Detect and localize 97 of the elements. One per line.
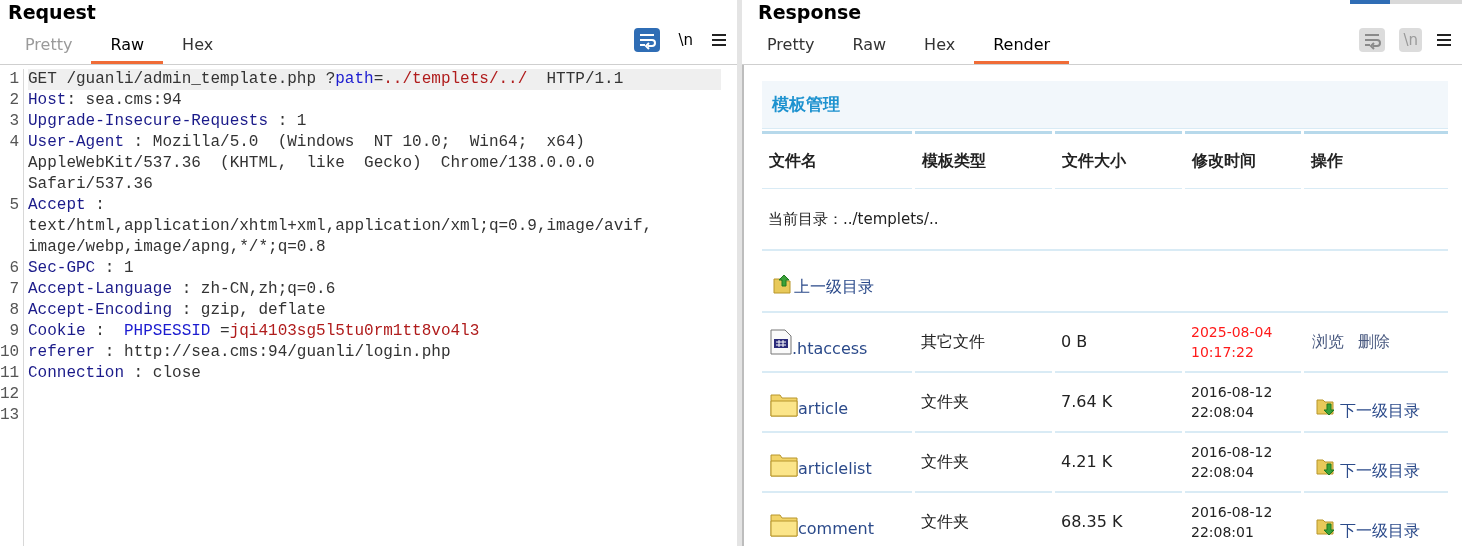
current-directory: 当前目录：../templets/.. bbox=[768, 208, 939, 230]
code-text: image/webp,image/apng,*/*;q=0.8 bbox=[28, 237, 326, 258]
code-text: : bbox=[94, 195, 105, 216]
folder-icon bbox=[770, 391, 798, 417]
file-name-link[interactable]: articlelist bbox=[798, 457, 872, 481]
line-number: 10 bbox=[0, 342, 21, 363]
header-name: Connection bbox=[28, 363, 124, 384]
param-value: ../templets/../ bbox=[383, 69, 528, 90]
code-text: : bbox=[94, 321, 106, 342]
tab[interactable]: Hex bbox=[905, 28, 975, 64]
header-name: Sec-GPC bbox=[28, 258, 96, 279]
line-number: 1 bbox=[8, 69, 20, 90]
line-number: 12 bbox=[0, 384, 21, 405]
header-name: Host bbox=[28, 90, 67, 111]
file-name-link[interactable]: .htaccess bbox=[792, 337, 868, 361]
file-name-link[interactable]: comment bbox=[798, 517, 874, 541]
newline-toggle[interactable]: \n bbox=[674, 28, 697, 52]
line-number: 3 bbox=[8, 111, 20, 132]
file-type: 文件夹 bbox=[921, 511, 969, 533]
file-size: 68.35 K bbox=[1061, 511, 1123, 533]
menu-icon[interactable] bbox=[1436, 33, 1452, 47]
line-number: 5 bbox=[8, 195, 20, 216]
file-type: 文件夹 bbox=[921, 451, 969, 473]
folder-icon bbox=[770, 511, 798, 537]
parent-directory-link[interactable]: 上一级目录 bbox=[794, 275, 874, 299]
code-text: = bbox=[219, 321, 230, 342]
header-name: Upgrade-Insecure-Requests bbox=[28, 111, 269, 132]
header-name: Cookie bbox=[28, 321, 86, 342]
header-name: Accept-Language bbox=[28, 279, 173, 300]
action-link[interactable]: 浏览 bbox=[1312, 330, 1344, 354]
code-text: GET /guanli/admin_template.php ? bbox=[28, 69, 336, 90]
tab[interactable]: Raw bbox=[833, 28, 906, 64]
modified-time: 22:08:01 bbox=[1191, 523, 1255, 542]
file-type: 文件夹 bbox=[921, 391, 969, 413]
code-text: : close bbox=[132, 363, 201, 384]
page-heading: 模板管理 bbox=[772, 92, 840, 116]
file-size: 7.64 K bbox=[1061, 391, 1113, 413]
menu-icon[interactable] bbox=[711, 33, 727, 47]
file-name-link[interactable]: article bbox=[798, 397, 849, 421]
code-text: : 1 bbox=[103, 258, 134, 279]
column-header: 操作 bbox=[1304, 131, 1448, 189]
code-text: : Mozilla/5.0 (Windows NT 10.0; Win64; x64) bbox=[132, 132, 585, 153]
code-text: HTTP/1.1 bbox=[545, 69, 624, 90]
file-icon bbox=[770, 329, 792, 355]
tab[interactable]: Raw bbox=[91, 28, 164, 64]
column-header: 模板类型 bbox=[915, 131, 1052, 189]
folder-icon bbox=[770, 451, 798, 477]
panel-title: Request bbox=[8, 0, 96, 25]
param-name: PHPSESSID bbox=[124, 321, 211, 342]
header-name: Accept-Encoding bbox=[28, 300, 173, 321]
action-link[interactable]: 删除 bbox=[1358, 330, 1390, 354]
wrap-toggle[interactable] bbox=[634, 28, 661, 52]
line-number: 9 bbox=[8, 321, 20, 342]
modified-time: 22:08:04 bbox=[1191, 463, 1255, 482]
header-name: referer bbox=[28, 342, 96, 363]
file-size: 0 B bbox=[1061, 331, 1088, 353]
subdirectory-link[interactable]: 下一级目录 bbox=[1340, 399, 1420, 423]
modified-time: 22:08:04 bbox=[1191, 403, 1255, 422]
header-name: Accept bbox=[28, 195, 86, 216]
code-text: = bbox=[373, 69, 384, 90]
column-header: 修改时间 bbox=[1185, 131, 1301, 189]
column-header: 文件名 bbox=[762, 131, 912, 189]
tab[interactable]: Pretty bbox=[748, 28, 834, 64]
line-number: 2 bbox=[8, 90, 20, 111]
line-number: 11 bbox=[0, 363, 21, 384]
code-text: : sea.cms:94 bbox=[66, 90, 182, 111]
modified-time: 10:17:22 bbox=[1191, 343, 1255, 362]
subdirectory-link[interactable]: 下一级目录 bbox=[1340, 519, 1420, 543]
modified-date: 2016-08-12 bbox=[1191, 383, 1274, 402]
subdirectory-link[interactable]: 下一级目录 bbox=[1340, 459, 1420, 483]
param-name: path bbox=[335, 69, 374, 90]
header-name: User-Agent bbox=[28, 132, 124, 153]
tab[interactable]: Render bbox=[974, 28, 1070, 64]
panel-title: Response bbox=[758, 0, 862, 25]
wrap-toggle[interactable] bbox=[1359, 28, 1386, 52]
modified-date: 2025-08-04 bbox=[1191, 323, 1274, 342]
file-type: 其它文件 bbox=[921, 331, 985, 353]
line-number: 7 bbox=[8, 279, 20, 300]
code-text: Safari/537.36 bbox=[28, 174, 153, 195]
file-size: 4.21 K bbox=[1061, 451, 1113, 473]
code-text: text/html,application/xhtml+xml,application/xml;q=0.9,image/avif, bbox=[28, 216, 653, 237]
modified-date: 2016-08-12 bbox=[1191, 443, 1274, 462]
modified-date: 2016-08-12 bbox=[1191, 503, 1274, 522]
line-number: 6 bbox=[8, 258, 20, 279]
folder-up-icon bbox=[772, 273, 794, 295]
code-text: : 1 bbox=[276, 111, 307, 132]
param-value: jqi4103sg5l5tu0rm1tt8vo4l3 bbox=[229, 321, 480, 342]
code-text: : zh-CN,zh;q=0.6 bbox=[180, 279, 336, 300]
layout-toggle[interactable] bbox=[1350, 0, 1462, 4]
line-number: 4 bbox=[8, 132, 20, 153]
code-text: : gzip, deflate bbox=[180, 300, 326, 321]
code-text: AppleWebKit/537.36 (KHTML, like Gecko) Chrome/138.0.0.0 bbox=[28, 153, 595, 174]
line-number: 13 bbox=[0, 405, 21, 426]
line-number: 8 bbox=[8, 300, 20, 321]
column-header: 文件大小 bbox=[1055, 131, 1182, 189]
code-text: : http://sea.cms:94/guanli/login.php bbox=[103, 342, 451, 363]
tab[interactable]: Hex bbox=[163, 28, 233, 64]
